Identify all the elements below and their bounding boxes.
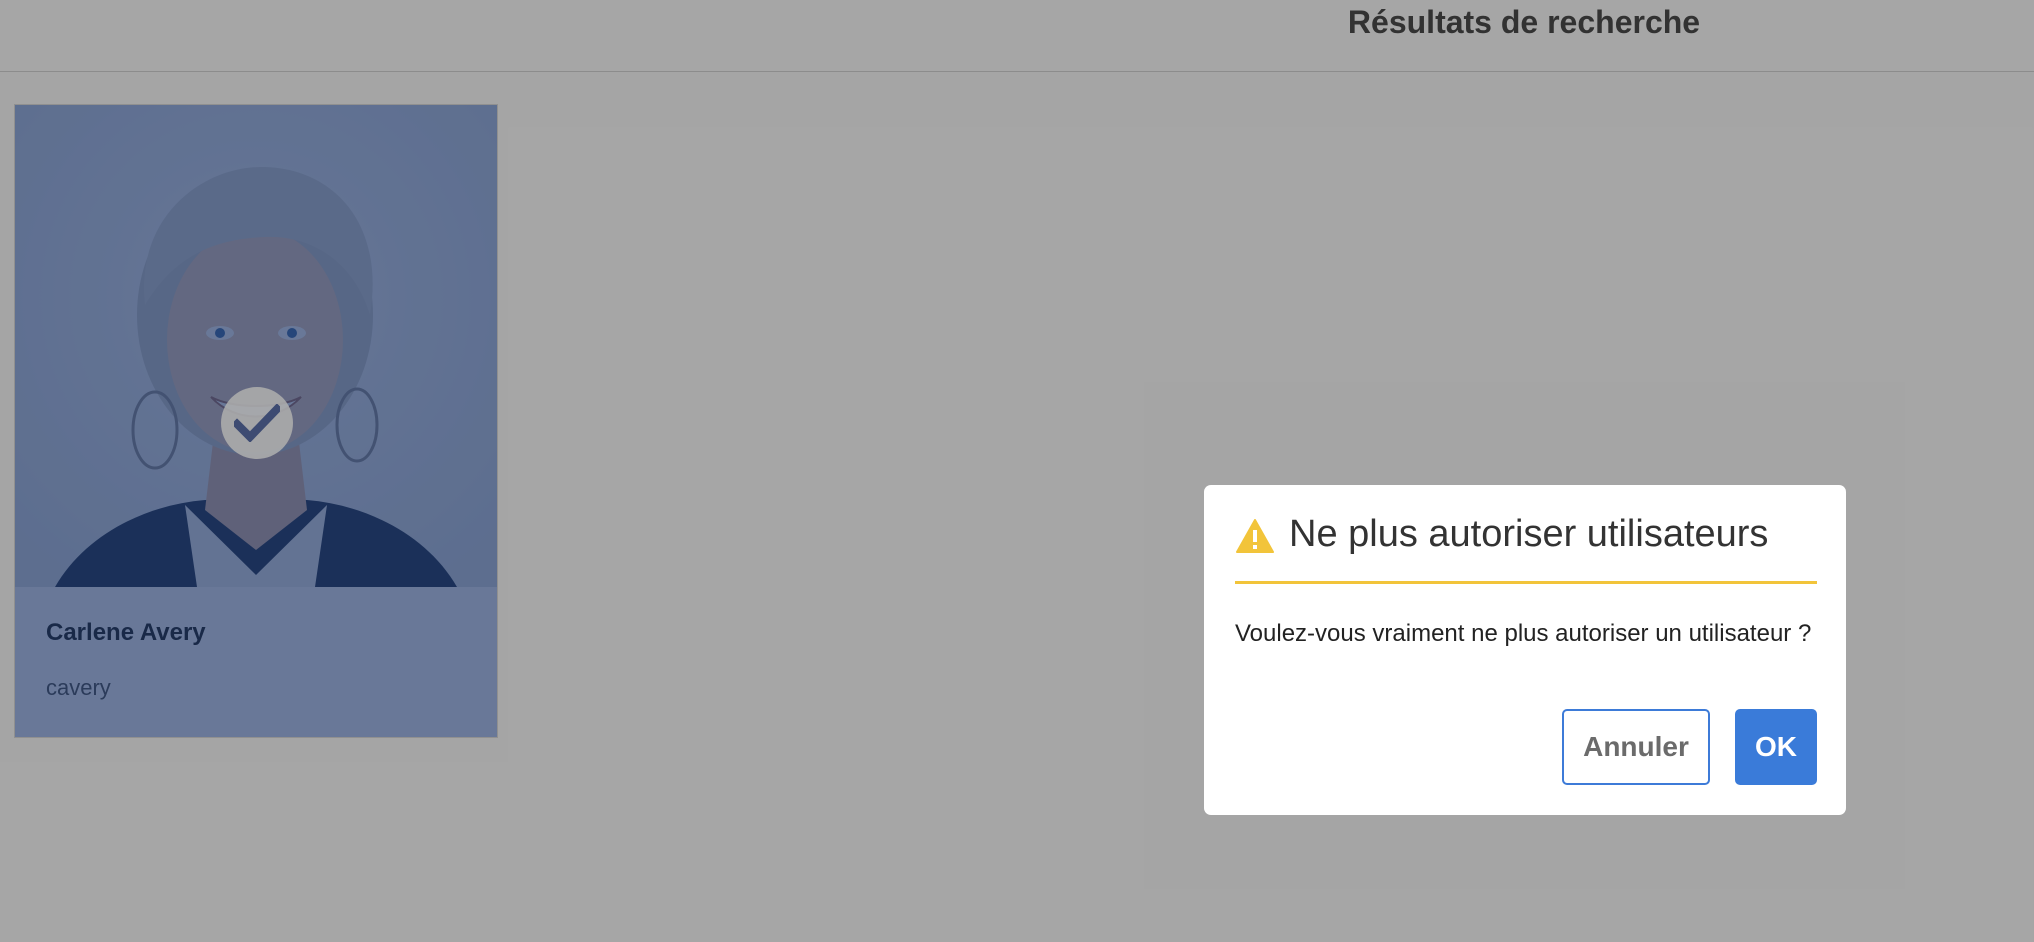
dialog-title-divider: [1235, 581, 1817, 584]
cancel-button[interactable]: Annuler: [1562, 709, 1710, 785]
unauthorize-users-dialog: Ne plus autoriser utilisateurs Voulez-vo…: [1204, 485, 1846, 815]
dialog-message: Voulez-vous vraiment ne plus autoriser u…: [1235, 620, 1812, 647]
dialog-title: Ne plus autoriser utilisateurs: [1289, 513, 1769, 555]
warning-icon: [1235, 518, 1275, 554]
ok-button[interactable]: OK: [1735, 709, 1817, 785]
